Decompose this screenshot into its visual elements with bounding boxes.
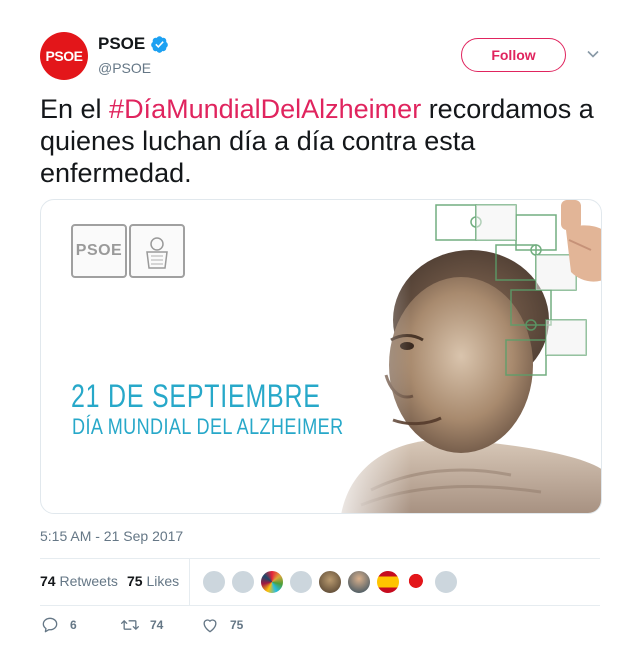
retweet-count: 74: [150, 618, 164, 632]
display-name-row[interactable]: PSOE: [98, 34, 169, 54]
tweet-text: En el #DíaMundialDelAlzheimer recordamos…: [40, 93, 610, 189]
rose-logo-icon: [129, 224, 185, 278]
liker-avatar[interactable]: [289, 570, 313, 594]
liker-avatar[interactable]: [231, 570, 255, 594]
retweet-icon: [121, 620, 139, 630]
tweet-image[interactable]: PSOE 21 DE SEPTIEMBRE DÍA MUNDIAL DEL AL…: [40, 199, 602, 514]
chevron-down-icon[interactable]: [586, 47, 600, 61]
verified-badge-icon: [151, 35, 169, 53]
tweet-text-before: En el: [40, 94, 110, 124]
liker-avatar[interactable]: [376, 570, 400, 594]
liker-avatar[interactable]: [347, 570, 371, 594]
avatar[interactable]: PSOE: [40, 32, 88, 80]
rose-emblem-icon: [146, 237, 168, 269]
like-button[interactable]: 75: [200, 615, 243, 635]
tweet-timestamp[interactable]: 5:15 AM - 21 Sep 2017: [40, 528, 183, 544]
stat-divider: [189, 559, 190, 605]
like-count: 75: [230, 618, 244, 632]
avatar-logo-text: PSOE: [45, 48, 83, 64]
liker-avatar[interactable]: [202, 570, 226, 594]
likes-count: 75: [127, 573, 143, 589]
retweets-count: 74: [40, 573, 56, 589]
retweets-stat[interactable]: 74 Retweets: [40, 573, 118, 589]
event-date: 21 DE SEPTIEMBRE: [71, 378, 321, 414]
psoe-logo-text: PSOE: [75, 242, 123, 259]
liker-avatar[interactable]: [434, 570, 458, 594]
likes-stat[interactable]: 75 Likes: [127, 573, 179, 589]
liker-avatar[interactable]: [318, 570, 342, 594]
likes-label: Likes: [146, 573, 180, 589]
reply-count: 6: [70, 618, 77, 632]
tweet-header: PSOE PSOE @PSOE Follow: [40, 30, 600, 82]
author-names: PSOE @PSOE: [98, 34, 169, 79]
follow-button[interactable]: Follow: [461, 38, 566, 72]
heart-icon: [203, 619, 217, 633]
liker-avatar[interactable]: [405, 570, 429, 594]
reply-icon: [42, 617, 58, 633]
reply-button[interactable]: 6: [40, 615, 77, 635]
retweet-button[interactable]: 74: [120, 615, 163, 635]
retweets-label: Retweets: [59, 573, 118, 589]
hashtag-link[interactable]: #DíaMundialDelAlzheimer: [109, 94, 421, 124]
display-name[interactable]: PSOE: [98, 34, 145, 54]
event-name: DÍA MUNDIAL DEL ALZHEIMER: [72, 414, 344, 439]
liker-avatar[interactable]: [260, 570, 284, 594]
divider: [40, 605, 600, 606]
tweet-stats: 74 Retweets 75 Likes: [40, 559, 600, 605]
author-handle[interactable]: @PSOE: [98, 57, 169, 79]
psoe-logo: PSOE: [71, 224, 127, 278]
